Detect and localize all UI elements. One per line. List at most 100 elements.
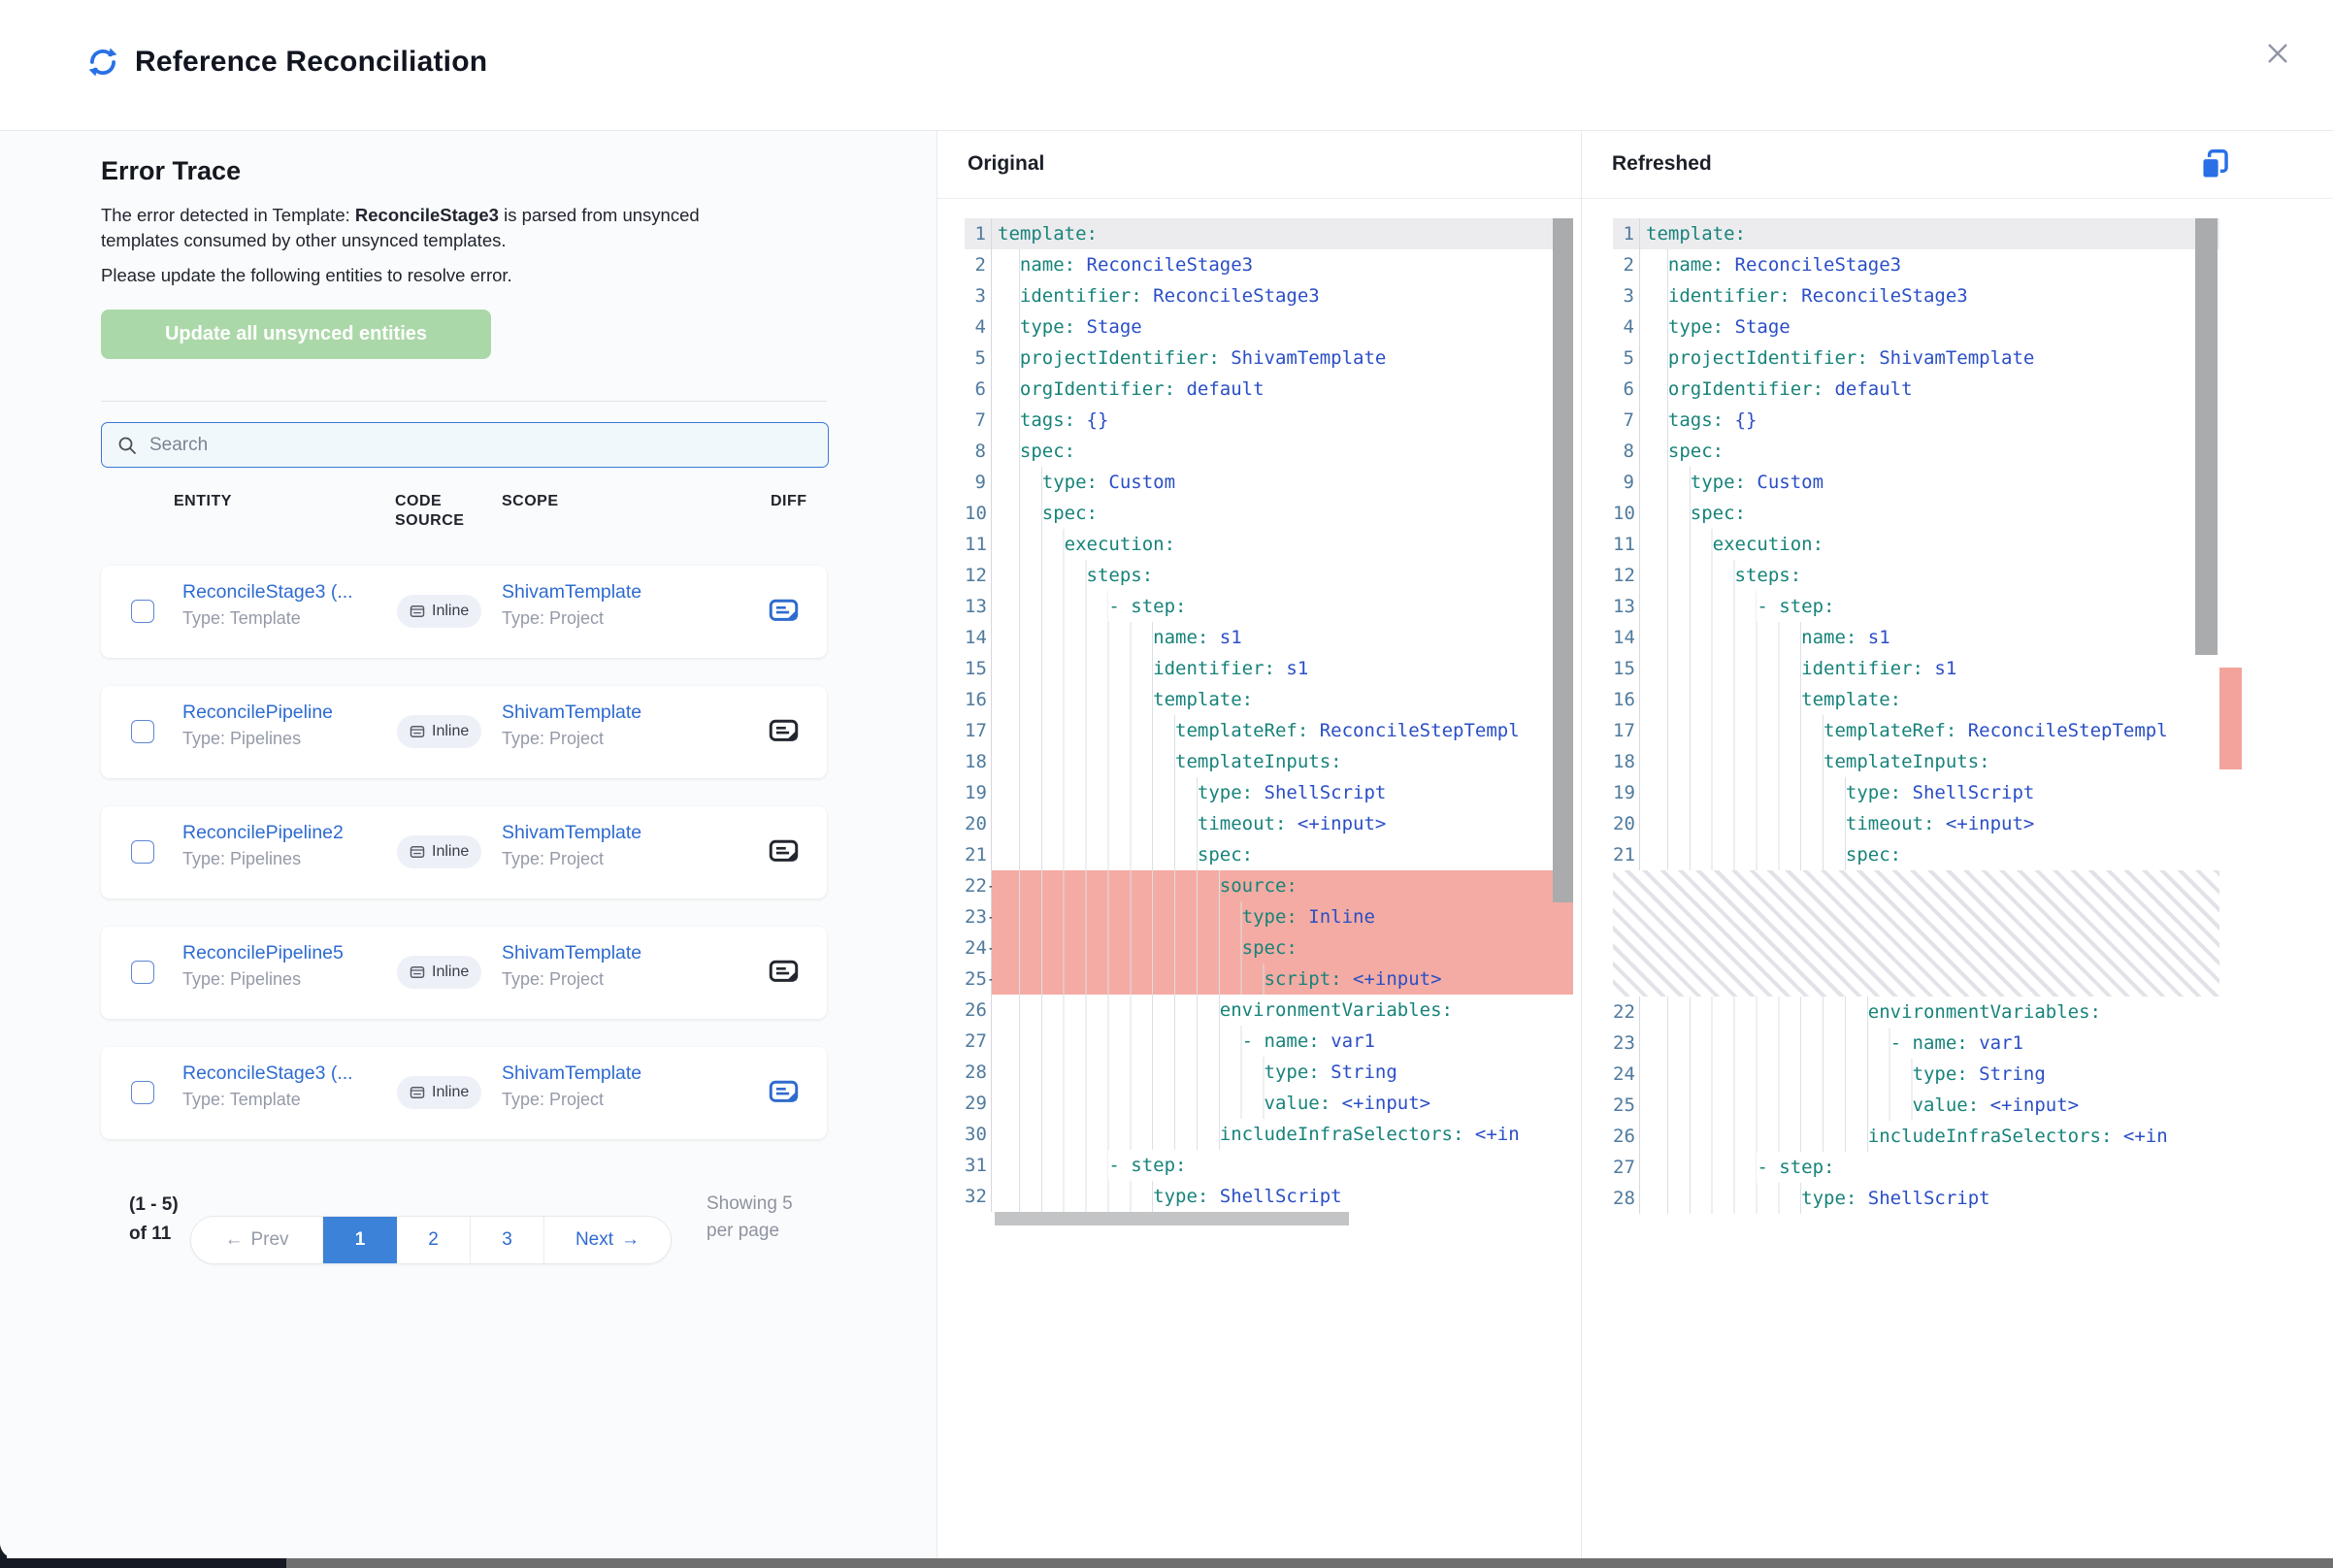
line-number: 5 [965,343,992,374]
code-line: 17templateRef: ReconcileStepTempl [1613,715,2219,746]
diff-icon[interactable] [769,717,799,747]
diff-icon[interactable] [769,837,799,867]
line-number: 23 [1613,1028,1640,1059]
update-all-unsynced-entities-button[interactable]: Update all unsynced entities [101,310,491,359]
code-line: 17templateRef: ReconcileStepTempl [965,715,1573,746]
code-source-badge: Inline [397,956,481,989]
code-line: 31- step: [965,1150,1573,1181]
code-line: 18templateInputs: [965,746,1573,777]
search-box [101,422,829,468]
entity-type: Type: Pipelines [182,729,333,749]
row-checkbox[interactable] [131,1081,154,1104]
entity-link[interactable]: ReconcileStage3 (... [182,1062,353,1085]
search-icon [116,435,138,456]
scope-link[interactable]: ShivamTemplate [502,702,641,724]
line-number: 24 [965,932,992,964]
row-checkbox[interactable] [131,600,154,623]
diff-icon[interactable] [769,1078,799,1108]
code-line: 9type: Custom [1613,467,2219,498]
next-page-button[interactable]: Next→ [544,1217,671,1263]
line-number: 9 [1613,467,1640,498]
code-line: 5projectIdentifier: ShivamTemplate [1613,343,2219,374]
page-button-2[interactable]: 2 [397,1217,471,1263]
column-header-code-source: CODE SOURCE [395,492,492,531]
column-header-entity: ENTITY [174,492,232,511]
modal-header: Reference Reconciliation [0,0,2333,131]
code-line: 19type: ShellScript [965,777,1573,808]
line-number: 28 [965,1057,992,1088]
right-arrow-icon: → [621,1229,640,1251]
entity-link[interactable]: ReconcilePipeline [182,702,333,724]
code-line: 24type: String [1613,1059,2219,1090]
prev-page-button[interactable]: ←Prev [191,1217,323,1263]
scope-link[interactable]: ShivamTemplate [502,822,641,844]
error-trace-heading: Error Trace [101,156,241,186]
entity-link[interactable]: ReconcileStage3 (... [182,581,353,604]
line-number: 1 [1613,218,1640,249]
code-source-badge: Inline [397,595,481,628]
code-line: 11execution: [1613,529,2219,560]
entity-list: ReconcileStage3 (... Type: Template Inlin… [101,566,827,1167]
row-checkbox[interactable] [131,961,154,984]
inline-store-icon [410,964,425,980]
line-number: 17 [1613,715,1640,746]
code-line: 14name: s1 [965,622,1573,653]
column-header-diff: DIFF [771,492,807,511]
code-line: 32type: ShellScript [965,1181,1573,1212]
left-arrow-icon: ← [224,1229,243,1251]
pagination-range: (1 - 5) of 11 [129,1191,185,1249]
code-line: 29value: <+input> [965,1088,1573,1119]
code-line: 8spec: [965,436,1573,467]
entity-link[interactable]: ReconcilePipeline2 [182,822,344,844]
row-checkbox[interactable] [131,720,154,743]
inline-store-icon [410,604,425,619]
code-source-label: Inline [432,843,469,861]
page-button-1[interactable]: 1 [323,1217,397,1263]
inline-store-icon [410,724,425,739]
scope-link[interactable]: ShivamTemplate [502,581,641,604]
close-icon[interactable] [2261,37,2294,70]
code-line: 18templateInputs: [1613,746,2219,777]
vertical-scrollbar-thumb[interactable] [1553,218,1573,902]
code-line: 28type: String [965,1057,1573,1088]
code-line: 3identifier: ReconcileStage3 [1613,280,2219,311]
code-line: 2name: ReconcileStage3 [1613,249,2219,280]
backdrop-dark-strip [0,1558,286,1568]
line-number: 6 [965,374,992,405]
line-number: 25 [1613,1090,1640,1121]
line-number: 29 [965,1088,992,1119]
line-number: 16 [1613,684,1640,715]
code-line: 28type: ShellScript [1613,1183,2219,1214]
code-line: 15identifier: s1 [965,653,1573,684]
code-line: 22source: [965,870,1573,901]
diff-icon[interactable] [769,958,799,988]
code-line: 7tags: {} [1613,405,2219,436]
error-description: The error detected in Template: Reconcil… [101,203,771,253]
scope-link[interactable]: ShivamTemplate [502,1062,641,1085]
entity-link[interactable]: ReconcilePipeline5 [182,942,344,964]
code-line: 12steps: [1613,560,2219,591]
page-button-3[interactable]: 3 [471,1217,544,1263]
row-checkbox[interactable] [131,840,154,864]
code-source-label: Inline [432,1084,469,1101]
table-row: ReconcilePipelineType: Pipelines Inline … [101,686,827,778]
scope-type: Type: Project [502,608,641,629]
diff-icon[interactable] [769,597,799,627]
code-line: 13- step: [965,591,1573,622]
code-line: 1template: [1613,218,2219,249]
table-row: ReconcileStage3 (... Type: Template Inlin… [101,566,827,658]
reconcile-refresh-icon [85,45,120,80]
scope-link[interactable]: ShivamTemplate [502,942,641,964]
original-panel: Original 1template:2name: ReconcileStage… [937,131,1582,1558]
line-number: 20 [1613,808,1640,839]
line-number: 24 [1613,1059,1640,1090]
line-number: 32 [965,1181,992,1212]
line-number: 27 [1613,1152,1640,1183]
horizontal-scrollbar-thumb[interactable] [995,1212,1349,1225]
search-input[interactable] [138,435,828,456]
entity-type: Type: Template [182,608,353,629]
copy-icon[interactable] [2196,147,2233,183]
line-number: 31 [965,1150,992,1181]
code-line: 26environmentVariables: [965,995,1573,1026]
vertical-scrollbar-thumb[interactable] [2195,218,2218,655]
